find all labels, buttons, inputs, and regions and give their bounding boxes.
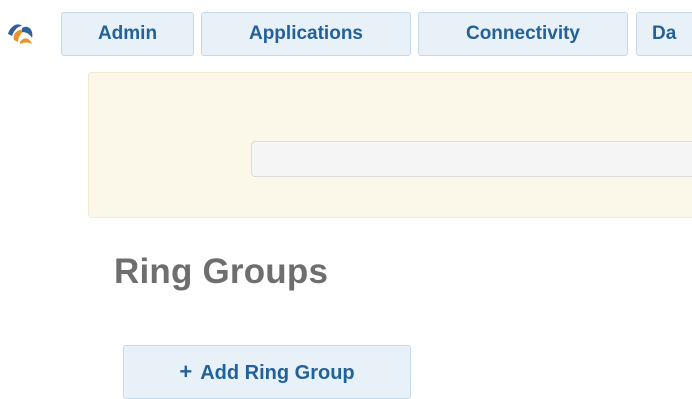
tab-dashboard-truncated[interactable]: Da xyxy=(636,12,692,56)
top-navigation-bar: Admin Applications Connectivity Da xyxy=(0,0,692,66)
add-ring-group-button[interactable]: + Add Ring Group xyxy=(123,345,411,399)
app-logo-icon[interactable] xyxy=(6,20,34,46)
add-ring-group-label: Add Ring Group xyxy=(200,362,355,384)
tab-applications[interactable]: Applications xyxy=(201,12,411,56)
tab-admin[interactable]: Admin xyxy=(61,12,194,56)
notice-input[interactable] xyxy=(251,141,692,177)
tab-connectivity[interactable]: Connectivity xyxy=(418,12,628,56)
page-title: Ring Groups xyxy=(114,252,329,291)
notice-panel xyxy=(88,72,692,218)
plus-icon: + xyxy=(179,359,193,384)
